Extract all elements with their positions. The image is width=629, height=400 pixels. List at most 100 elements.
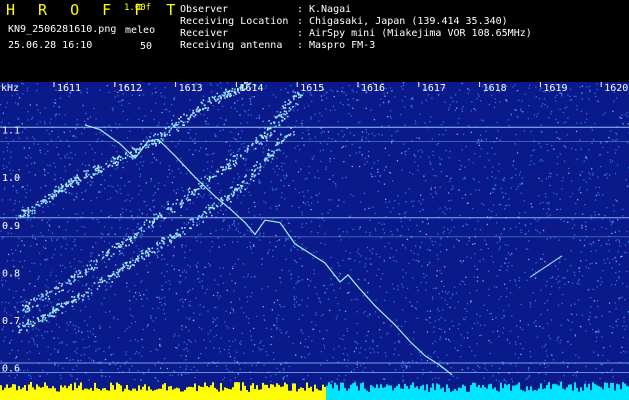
noise-pixel: [184, 277, 187, 279]
noise-pixel: [467, 202, 469, 204]
noise-pixel: [148, 368, 150, 371]
noise-pixel: [442, 309, 444, 311]
noise-pixel: [423, 272, 425, 275]
level-bar: [150, 389, 152, 400]
noise-pixel: [563, 220, 565, 223]
noise-pixel: [564, 146, 567, 148]
noise-pixel: [50, 353, 52, 356]
noise-pixel: [491, 176, 493, 178]
streak-pixel: [290, 127, 292, 129]
noise-pixel: [205, 174, 207, 177]
noise-pixel: [330, 199, 332, 201]
level-bar: [152, 390, 154, 400]
streak-pixel: [221, 173, 223, 175]
noise-pixel: [199, 313, 201, 315]
streak-pixel: [111, 245, 114, 248]
noise-pixel: [509, 254, 511, 256]
noise-pixel: [610, 161, 612, 163]
streak-pixel: [192, 224, 195, 226]
noise-pixel: [113, 159, 115, 161]
noise-pixel: [110, 285, 112, 287]
streak-pixel: [209, 206, 212, 209]
noise-pixel: [320, 95, 323, 97]
level-bar: [216, 389, 218, 400]
noise-pixel: [12, 297, 15, 299]
noise-pixel: [149, 208, 151, 210]
noise-pixel: [78, 327, 80, 329]
streak-pixel: [96, 173, 98, 175]
noise-pixel: [496, 286, 498, 288]
noise-pixel: [259, 349, 261, 351]
level-bar: [342, 382, 344, 400]
noise-pixel: [166, 201, 168, 203]
streak-pixel: [216, 92, 218, 95]
streak-pixel: [170, 240, 173, 242]
noise-pixel: [129, 200, 131, 202]
streak-pixel: [116, 164, 119, 166]
noise-pixel: [76, 197, 78, 199]
streak-pixel: [117, 273, 119, 276]
streak-pixel: [183, 124, 185, 126]
noise-pixel: [420, 149, 422, 151]
noise-pixel: [369, 249, 371, 252]
noise-pixel: [502, 332, 504, 334]
noise-pixel: [59, 97, 62, 99]
noise-pixel: [561, 95, 563, 97]
noise-pixel: [411, 97, 413, 99]
noise-pixel: [438, 319, 440, 321]
streak-pixel: [293, 98, 295, 100]
noise-pixel: [189, 249, 191, 251]
noise-pixel: [285, 173, 287, 175]
noise-pixel: [104, 358, 107, 361]
noise-pixel: [369, 234, 371, 236]
noise-pixel: [425, 282, 427, 284]
level-bar: [20, 389, 22, 400]
streak-pixel: [280, 142, 283, 144]
noise-pixel: [103, 226, 105, 228]
level-bar: [490, 383, 492, 400]
streak-pixel: [232, 155, 235, 158]
level-bar: [352, 383, 354, 400]
noise-pixel: [279, 329, 281, 331]
noise-pixel: [173, 96, 176, 99]
noise-pixel: [495, 379, 497, 381]
streak-pixel: [87, 169, 89, 172]
noise-pixel: [527, 248, 529, 250]
noise-pixel: [139, 251, 141, 253]
noise-pixel: [593, 228, 595, 230]
level-bar: [510, 390, 512, 400]
noise-pixel: [57, 337, 59, 339]
noise-pixel: [566, 134, 568, 136]
streak-pixel: [253, 165, 255, 167]
noise-pixel: [180, 280, 182, 283]
noise-pixel: [12, 139, 15, 141]
noise-pixel: [376, 345, 378, 347]
noise-pixel: [140, 281, 142, 283]
noise-pixel: [185, 365, 188, 367]
noise-pixel: [554, 265, 557, 267]
noise-pixel: [77, 213, 79, 215]
streak-pixel: [189, 199, 191, 201]
streak-pixel: [98, 167, 100, 169]
noise-pixel: [101, 167, 103, 170]
streak-pixel: [37, 318, 40, 321]
noise-pixel: [262, 120, 264, 122]
noise-pixel: [126, 328, 128, 330]
noise-pixel: [142, 120, 144, 122]
noise-pixel: [228, 224, 230, 227]
noise-pixel: [6, 260, 9, 262]
noise-pixel: [97, 138, 99, 140]
noise-pixel: [354, 259, 356, 262]
streak-pixel: [37, 294, 40, 297]
noise-pixel: [247, 207, 250, 210]
noise-pixel: [493, 286, 496, 288]
level-bar: [60, 385, 62, 400]
noise-pixel: [589, 85, 591, 88]
noise-pixel: [558, 287, 561, 289]
noise-pixel: [344, 310, 347, 312]
noise-pixel: [548, 208, 550, 211]
noise-pixel: [150, 227, 152, 229]
noise-pixel: [140, 156, 142, 158]
noise-pixel: [602, 270, 604, 272]
noise-pixel: [581, 171, 583, 173]
